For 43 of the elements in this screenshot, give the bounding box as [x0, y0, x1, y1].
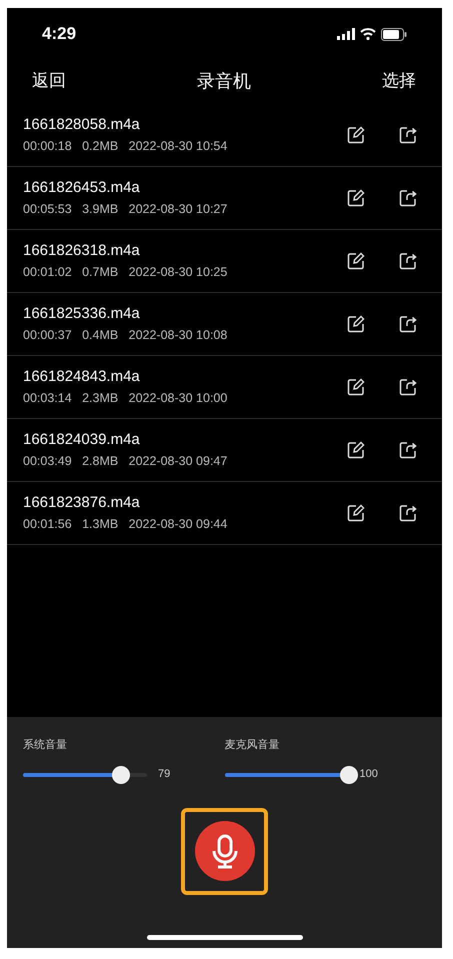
select-button[interactable]: 选择: [382, 68, 417, 94]
file-name: 1661826318.m4a: [23, 242, 141, 260]
share-icon[interactable]: [399, 252, 417, 270]
file-details: 00:03:14 2.3MB 2022-08-30 10:00: [23, 391, 228, 406]
edit-icon[interactable]: [347, 126, 365, 144]
file-name: 1661828058.m4a: [23, 116, 141, 134]
edit-icon[interactable]: [347, 378, 365, 396]
file-name: 1661823876.m4a: [23, 494, 141, 512]
file-details: 00:01:02 0.7MB 2022-08-30 10:25: [23, 265, 228, 280]
edit-icon[interactable]: [347, 252, 365, 270]
file-details: 00:03:49 2.8MB 2022-08-30 09:47: [23, 454, 228, 469]
edit-icon[interactable]: [347, 189, 365, 207]
file-name: 1661824843.m4a: [23, 368, 141, 386]
signal-icon: [337, 28, 355, 40]
share-icon[interactable]: [399, 441, 417, 459]
file-name: 1661826453.m4a: [23, 179, 141, 197]
slider-thumb[interactable]: [112, 766, 130, 784]
edit-icon[interactable]: [347, 441, 365, 459]
nav-title: 录音机: [197, 70, 251, 92]
wifi-icon: [360, 28, 376, 40]
slider-value: 79: [158, 767, 170, 782]
slider-label: 麦克风音量: [224, 738, 280, 753]
slider-label: 系统音量: [23, 738, 68, 753]
record-button[interactable]: [181, 808, 268, 894]
file-details: 00:01:56 1.3MB 2022-08-30 09:44: [23, 517, 228, 532]
share-icon[interactable]: [399, 504, 417, 522]
file-name: 1661824039.m4a: [23, 431, 141, 449]
back-button[interactable]: 返回: [32, 68, 66, 94]
slider-thumb[interactable]: [340, 766, 358, 784]
file-name: 1661825336.m4a: [23, 305, 141, 323]
edit-icon[interactable]: [347, 504, 365, 522]
slider-value: 100: [360, 767, 378, 782]
share-icon[interactable]: [399, 189, 417, 207]
microphone-icon: [194, 820, 256, 882]
edit-icon[interactable]: [347, 315, 365, 333]
battery-icon: [381, 28, 407, 40]
file-details: 00:00:18 0.2MB 2022-08-30 10:54: [23, 139, 228, 154]
share-icon[interactable]: [399, 315, 417, 333]
share-icon[interactable]: [399, 126, 417, 144]
file-details: 00:05:53 3.9MB 2022-08-30 10:27: [23, 202, 228, 217]
share-icon[interactable]: [399, 378, 417, 396]
status-time: 4:29: [42, 23, 76, 46]
file-details: 00:00:37 0.4MB 2022-08-30 10:08: [23, 328, 228, 343]
